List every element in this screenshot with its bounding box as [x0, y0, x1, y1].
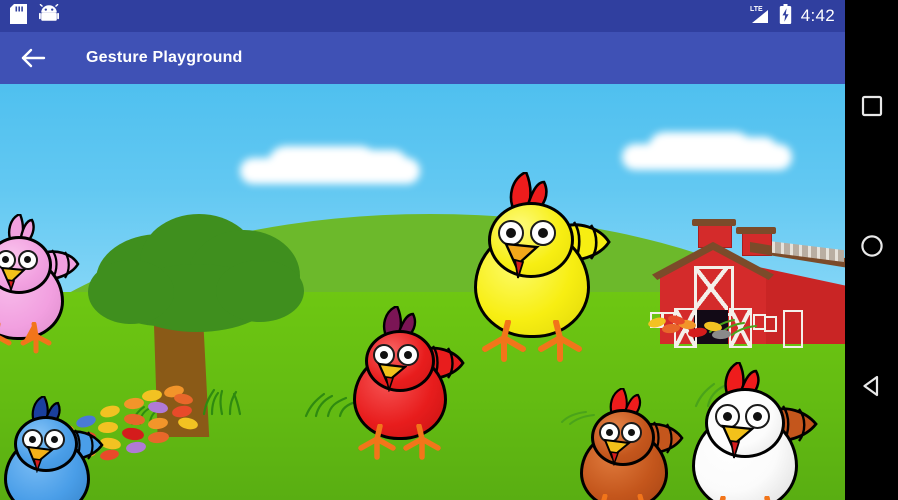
barn-window-right2: [764, 316, 777, 332]
square-icon: [861, 95, 883, 122]
app-bar: Gesture Playground: [0, 32, 845, 84]
chicken-blue[interactable]: [2, 394, 104, 500]
status-bar-clock: 4:42: [800, 6, 835, 25]
battery-charging-icon: [779, 3, 792, 29]
device-screen: LTE 4:42 Gesture Playground: [0, 0, 898, 500]
chicken-white-beak: [721, 424, 755, 460]
chicken-yellow[interactable]: [468, 170, 613, 362]
chicken-red-beak: [377, 362, 408, 393]
status-bar: LTE 4:42: [0, 0, 845, 32]
barn-cupola-right-roof: [736, 227, 776, 234]
feather-trail-barn: [647, 314, 758, 342]
recents-button[interactable]: [845, 78, 898, 138]
chicken-red-legs: [355, 422, 445, 462]
barn-cupola-left-roof: [692, 219, 736, 226]
barn-gable-window-x: [694, 266, 728, 310]
tree-canopy-6: [216, 260, 304, 322]
chicken-brown-legs: [582, 492, 664, 500]
barn-side-door[interactable]: [783, 310, 803, 348]
cloud-left: [240, 142, 420, 190]
chicken-pink[interactable]: [0, 212, 92, 354]
chicken-yellow-legs: [478, 318, 588, 364]
phone-content: LTE 4:42 Gesture Playground: [0, 0, 845, 500]
back-button[interactable]: [845, 358, 898, 418]
svg-text:LTE: LTE: [750, 6, 763, 13]
home-button[interactable]: [845, 218, 898, 278]
cloud-right: [622, 130, 792, 176]
lte-signal-icon: LTE: [748, 4, 770, 29]
tree-canopy-5: [88, 260, 174, 324]
page-title: Gesture Playground: [86, 49, 243, 66]
sd-card-icon: [10, 3, 27, 29]
chicken-blue-beak: [26, 445, 55, 474]
triangle-icon: [860, 374, 884, 403]
chicken-white[interactable]: [688, 360, 818, 500]
chicken-pink-legs: [0, 321, 58, 356]
android-robot-icon: [39, 3, 59, 28]
chicken-brown-beak: [603, 438, 632, 467]
status-bar-right-icons: LTE 4:42: [748, 0, 835, 32]
chicken-brown[interactable]: [578, 386, 684, 500]
chicken-yellow-beak: [504, 242, 540, 280]
circle-icon: [860, 234, 884, 263]
back-arrow-icon[interactable]: [18, 43, 48, 73]
chicken-red[interactable]: [349, 304, 465, 460]
grass-tuft-tree: [202, 388, 242, 416]
status-bar-left-icons: [10, 0, 59, 32]
navigation-bar: [845, 0, 898, 500]
chicken-white-legs: [696, 494, 796, 500]
farm-gesture-canvas[interactable]: [0, 84, 845, 500]
chicken-pink-beak: [0, 266, 27, 293]
